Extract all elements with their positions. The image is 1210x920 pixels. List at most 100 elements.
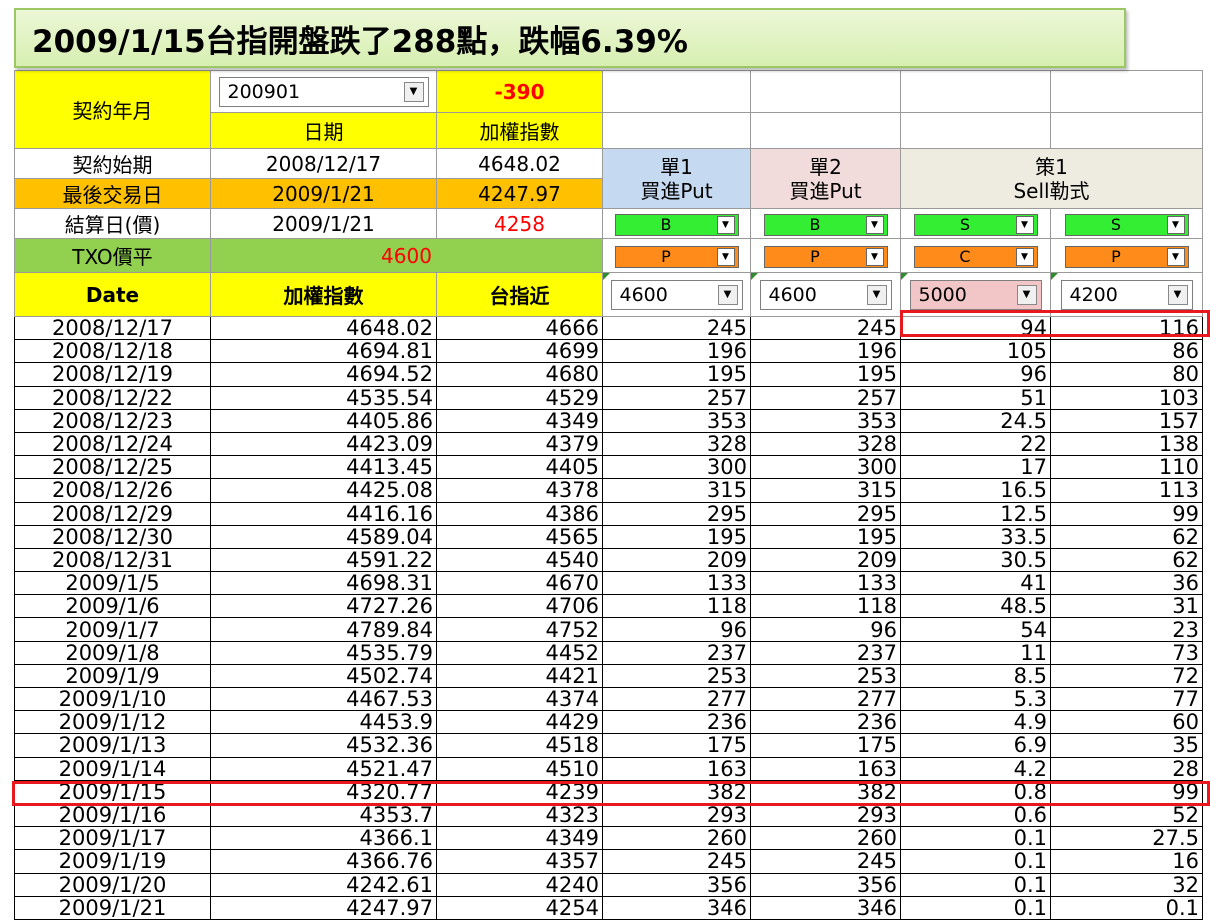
cp-cell-4[interactable]: P ▼ bbox=[1050, 238, 1203, 273]
value-cell: 300 bbox=[750, 455, 901, 480]
value-cell: 4680 bbox=[436, 362, 603, 387]
bs-select-4[interactable]: S ▼ bbox=[1064, 213, 1189, 236]
date-cell: 2009/1/17 bbox=[14, 826, 211, 851]
value-cell: 4425.08 bbox=[210, 478, 437, 503]
last-trade-index: 4247.97 bbox=[436, 178, 603, 209]
chevron-down-icon[interactable]: ▼ bbox=[716, 247, 735, 266]
value-cell: 110 bbox=[1050, 455, 1203, 480]
value-cell: 99 bbox=[1050, 779, 1203, 804]
chevron-down-icon[interactable]: ▼ bbox=[717, 284, 738, 305]
strike-dropdown-4[interactable]: 4200 ▼ bbox=[1060, 279, 1193, 310]
value-cell: 163 bbox=[602, 756, 751, 781]
strike-cell-2[interactable]: 4600 ▼ bbox=[750, 272, 901, 317]
contract-month-dropdown[interactable]: 200901 ▼ bbox=[218, 76, 429, 107]
table-row: 2009/1/21 4247.97 4254 346 346 0.1 0.1 bbox=[14, 895, 1203, 920]
value-cell: 4239 bbox=[436, 779, 603, 804]
strike-dropdown-3[interactable]: 5000 ▼ bbox=[909, 279, 1042, 310]
chevron-down-icon[interactable]: ▼ bbox=[1016, 284, 1037, 305]
cp-cell-1[interactable]: P ▼ bbox=[602, 238, 751, 273]
strike-cell-4[interactable]: 4200 ▼ bbox=[1050, 272, 1203, 317]
value-cell: 4467.53 bbox=[210, 686, 437, 712]
cp-select-4[interactable]: P ▼ bbox=[1064, 245, 1189, 268]
value-cell: 0.6 bbox=[900, 802, 1051, 828]
value-cell: 315 bbox=[602, 478, 751, 503]
value-cell: 86 bbox=[1050, 339, 1203, 364]
value-cell: 51 bbox=[900, 385, 1051, 410]
cp-select-2[interactable]: P ▼ bbox=[763, 245, 888, 268]
chevron-down-icon[interactable]: ▼ bbox=[1015, 215, 1034, 234]
cp-select-3[interactable]: C ▼ bbox=[913, 245, 1038, 268]
value-cell: 41 bbox=[900, 571, 1051, 596]
start-date: 2008/12/17 bbox=[210, 148, 437, 179]
value-cell: 175 bbox=[750, 733, 901, 758]
value-cell: 4.2 bbox=[900, 756, 1051, 781]
table-row: 2009/1/17 4366.1 4349 260 260 0.1 27.5 bbox=[14, 826, 1203, 851]
value-cell: 195 bbox=[750, 524, 901, 549]
value-cell: 35 bbox=[1050, 733, 1203, 758]
value-cell: 245 bbox=[602, 849, 751, 874]
value-cell: 4413.45 bbox=[210, 455, 437, 480]
bs-cell-2[interactable]: B ▼ bbox=[750, 208, 901, 239]
value-cell: 4670 bbox=[436, 571, 603, 596]
value-cell: 0.1 bbox=[900, 826, 1051, 851]
value-cell: 175 bbox=[602, 733, 751, 758]
value-cell: 4240 bbox=[436, 872, 603, 897]
chevron-down-icon[interactable]: ▼ bbox=[1015, 247, 1034, 266]
contract-month-cell[interactable]: 200901 ▼ bbox=[210, 70, 437, 113]
value-cell: 356 bbox=[602, 872, 751, 897]
cp-cell-2[interactable]: P ▼ bbox=[750, 238, 901, 273]
value-cell: 4374 bbox=[436, 686, 603, 712]
table-row: 2008/12/23 4405.86 4349 353 353 24.5 157 bbox=[14, 408, 1203, 433]
chevron-down-icon[interactable]: ▼ bbox=[1166, 247, 1185, 266]
value-cell: 295 bbox=[750, 501, 901, 526]
date-cell: 2008/12/24 bbox=[14, 431, 211, 457]
comment-marker-icon bbox=[751, 273, 758, 280]
strike-cell-3[interactable]: 5000 ▼ bbox=[900, 272, 1051, 317]
chevron-down-icon[interactable]: ▼ bbox=[865, 247, 884, 266]
bs-cell-3[interactable]: S ▼ bbox=[900, 208, 1051, 239]
chevron-down-icon[interactable]: ▼ bbox=[1167, 284, 1188, 305]
col-header-date: Date bbox=[14, 272, 211, 317]
value-cell: 133 bbox=[750, 571, 901, 596]
date-cell: 2009/1/19 bbox=[14, 849, 211, 874]
chevron-down-icon[interactable]: ▼ bbox=[865, 215, 884, 234]
table-row: 2008/12/19 4694.52 4680 195 195 96 80 bbox=[14, 362, 1203, 387]
chevron-down-icon[interactable]: ▼ bbox=[1166, 215, 1185, 234]
cp-select-1[interactable]: P ▼ bbox=[614, 245, 739, 268]
value-cell: 163 bbox=[750, 756, 901, 781]
value-cell: 96 bbox=[900, 362, 1051, 387]
bs-select-3[interactable]: S ▼ bbox=[913, 213, 1038, 236]
value-cell: 195 bbox=[602, 524, 751, 549]
value-cell: 23 bbox=[1050, 617, 1203, 642]
value-cell: 4521.47 bbox=[210, 756, 437, 781]
chevron-down-icon[interactable]: ▼ bbox=[403, 81, 424, 102]
value-cell: 0.1 bbox=[900, 872, 1051, 897]
strike-dropdown-1[interactable]: 4600 ▼ bbox=[610, 279, 743, 310]
value-cell: 4379 bbox=[436, 431, 603, 457]
value-cell: 300 bbox=[602, 455, 751, 480]
bs-select-1[interactable]: B ▼ bbox=[614, 213, 739, 236]
value-cell: 196 bbox=[750, 339, 901, 364]
value-cell: 4535.79 bbox=[210, 640, 437, 665]
table-row: 2009/1/16 4353.7 4323 293 293 0.6 52 bbox=[14, 802, 1203, 828]
value-cell: 33.5 bbox=[900, 524, 1051, 549]
value-cell: 346 bbox=[602, 895, 751, 920]
bs-cell-4[interactable]: S ▼ bbox=[1050, 208, 1203, 239]
table-row: 2009/1/7 4789.84 4752 96 96 54 23 bbox=[14, 617, 1203, 642]
table-row: 2009/1/9 4502.74 4421 253 253 8.5 72 bbox=[14, 663, 1203, 689]
value-cell: 5.3 bbox=[900, 686, 1051, 712]
value-cell: 105 bbox=[900, 339, 1051, 364]
strike-cell-1[interactable]: 4600 ▼ bbox=[602, 272, 751, 317]
value-cell: 4320.77 bbox=[210, 779, 437, 804]
table-row: 2009/1/14 4521.47 4510 163 163 4.2 28 bbox=[14, 756, 1203, 781]
chevron-down-icon[interactable]: ▼ bbox=[716, 215, 735, 234]
table-row: 2008/12/25 4413.45 4405 300 300 17 110 bbox=[14, 455, 1203, 480]
slide-title: 2009/1/15台指開盤跌了288點，跌幅6.39% bbox=[14, 8, 1126, 68]
bs-select-2[interactable]: B ▼ bbox=[763, 213, 888, 236]
bs-cell-1[interactable]: B ▼ bbox=[602, 208, 751, 239]
value-cell: 382 bbox=[750, 779, 901, 804]
value-cell: 260 bbox=[750, 826, 901, 851]
chevron-down-icon[interactable]: ▼ bbox=[866, 284, 887, 305]
cp-cell-3[interactable]: C ▼ bbox=[900, 238, 1051, 273]
strike-dropdown-2[interactable]: 4600 ▼ bbox=[759, 279, 892, 310]
